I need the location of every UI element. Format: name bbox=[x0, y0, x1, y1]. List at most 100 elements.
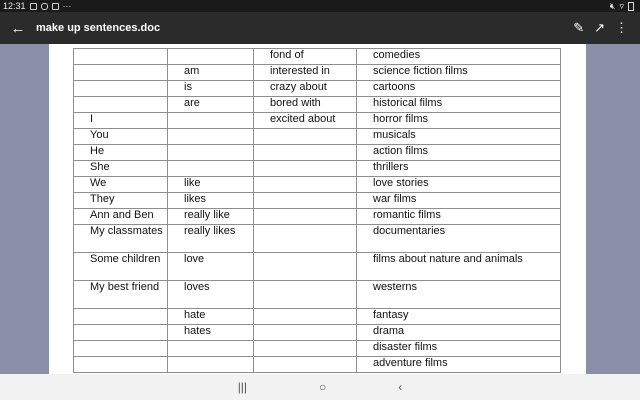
image-icon bbox=[51, 2, 59, 10]
table-cell bbox=[73, 308, 168, 325]
table-cell bbox=[167, 356, 254, 373]
wifi-icon: ▿ bbox=[619, 1, 624, 11]
table-cell: cartoons bbox=[356, 80, 561, 97]
table-row: He action films bbox=[73, 144, 561, 161]
table-cell bbox=[167, 160, 254, 177]
table-cell: horror films bbox=[356, 112, 561, 129]
table-cell bbox=[73, 96, 168, 113]
table-cell: romantic films bbox=[356, 208, 561, 225]
table-cell bbox=[73, 340, 168, 357]
table-row: adventure films bbox=[73, 356, 561, 373]
table-cell bbox=[253, 308, 357, 325]
table-cell bbox=[253, 176, 357, 193]
table-cell: science fiction films bbox=[356, 64, 561, 81]
table-cell: You bbox=[73, 128, 168, 145]
table-cell bbox=[253, 324, 357, 341]
table-cell bbox=[167, 112, 254, 129]
table-cell bbox=[253, 224, 357, 253]
table-row: hate fantasy bbox=[73, 308, 561, 325]
system-nav-bar: ||| ○ ‹ bbox=[0, 374, 640, 400]
table-cell: comedies bbox=[356, 48, 561, 65]
battery-icon bbox=[628, 2, 634, 11]
table-cell: crazy about bbox=[253, 80, 357, 97]
table-cell bbox=[73, 80, 168, 97]
table-cell: loves bbox=[167, 280, 254, 309]
table-row: Iexcited about horror films bbox=[73, 112, 561, 129]
table-cell bbox=[253, 144, 357, 161]
table-cell: My classmates bbox=[73, 224, 168, 253]
table-cell: excited about bbox=[253, 112, 357, 129]
mute-icon: 🔇︎ bbox=[609, 1, 616, 11]
table-row: Ann and Ben really like romantic films bbox=[73, 208, 561, 225]
table-cell: westerns bbox=[356, 280, 561, 309]
table-row: fond of comedies bbox=[73, 48, 561, 65]
table-cell: Some children bbox=[73, 252, 168, 281]
table-cell bbox=[253, 208, 357, 225]
table-cell bbox=[73, 356, 168, 373]
table-cell: bored with bbox=[253, 96, 357, 113]
table-row: are bored with historical films bbox=[73, 96, 561, 113]
gallery-icon bbox=[29, 2, 37, 10]
table-cell: documentaries bbox=[356, 224, 561, 253]
table-cell: My best friend bbox=[73, 280, 168, 309]
table-cell bbox=[73, 48, 168, 65]
table-cell: hate bbox=[167, 308, 254, 325]
table-cell bbox=[167, 340, 254, 357]
document-page: fond of comedies am interested in science fi… bbox=[49, 44, 586, 374]
edit-pencil-icon[interactable]: ✎ bbox=[573, 20, 584, 36]
table-cell: She bbox=[73, 160, 168, 177]
table-cell bbox=[253, 252, 357, 281]
table-row: hates drama bbox=[73, 324, 561, 341]
table-cell: love stories bbox=[356, 176, 561, 193]
table-cell bbox=[73, 324, 168, 341]
document-title: make up sentences.doc bbox=[36, 22, 161, 34]
more-notifications-icon: ··· bbox=[62, 1, 72, 11]
home-button[interactable]: ○ bbox=[319, 380, 326, 394]
table-cell: historical films bbox=[356, 96, 561, 113]
table-cell: thrillers bbox=[356, 160, 561, 177]
document-viewport[interactable]: fond of comedies am interested in science fi… bbox=[0, 44, 640, 374]
table-cell bbox=[253, 280, 357, 309]
table-row: She thrillers bbox=[73, 160, 561, 177]
table-cell: adventure films bbox=[356, 356, 561, 373]
table-cell: am bbox=[167, 64, 254, 81]
table-row: You musicals bbox=[73, 128, 561, 145]
table-cell: films about nature and animals bbox=[356, 252, 561, 281]
table-cell: hates bbox=[167, 324, 254, 341]
table-cell: We bbox=[73, 176, 168, 193]
status-time: 12:31 bbox=[3, 1, 26, 11]
back-button[interactable]: ‹ bbox=[398, 380, 402, 394]
table-cell: like bbox=[167, 176, 254, 193]
table-row: They likes war films bbox=[73, 192, 561, 209]
table-cell bbox=[253, 128, 357, 145]
recents-button[interactable]: ||| bbox=[238, 380, 247, 394]
table-cell bbox=[167, 144, 254, 161]
table-cell: interested in bbox=[253, 64, 357, 81]
table-cell: is bbox=[167, 80, 254, 97]
overflow-menu-icon[interactable]: ⋮ bbox=[615, 20, 628, 36]
open-external-icon[interactable]: ↗ bbox=[594, 20, 605, 36]
table-cell: really like bbox=[167, 208, 254, 225]
table-row: disaster films bbox=[73, 340, 561, 357]
table-cell bbox=[253, 192, 357, 209]
table-cell: likes bbox=[167, 192, 254, 209]
status-bar: 12:31 ··· 🔇︎ ▿ bbox=[0, 0, 640, 12]
table-cell bbox=[167, 128, 254, 145]
table-cell: action films bbox=[356, 144, 561, 161]
instagram-icon bbox=[40, 2, 48, 10]
table-cell bbox=[253, 160, 357, 177]
table-cell: are bbox=[167, 96, 254, 113]
table-cell: really likes bbox=[167, 224, 254, 253]
table-cell: They bbox=[73, 192, 168, 209]
app-bar: ← make up sentences.doc ✎ ↗ ⋮ bbox=[0, 12, 640, 44]
back-arrow-icon[interactable]: ← bbox=[0, 20, 36, 37]
table-cell: disaster films bbox=[356, 340, 561, 357]
table-cell bbox=[167, 48, 254, 65]
table-cell bbox=[253, 340, 357, 357]
table-cell bbox=[253, 356, 357, 373]
table-cell bbox=[73, 64, 168, 81]
table-cell: fond of bbox=[253, 48, 357, 65]
table-cell: drama bbox=[356, 324, 561, 341]
table-row: am interested in science fiction films bbox=[73, 64, 561, 81]
table-row: Some children love films about nature and … bbox=[73, 252, 561, 281]
